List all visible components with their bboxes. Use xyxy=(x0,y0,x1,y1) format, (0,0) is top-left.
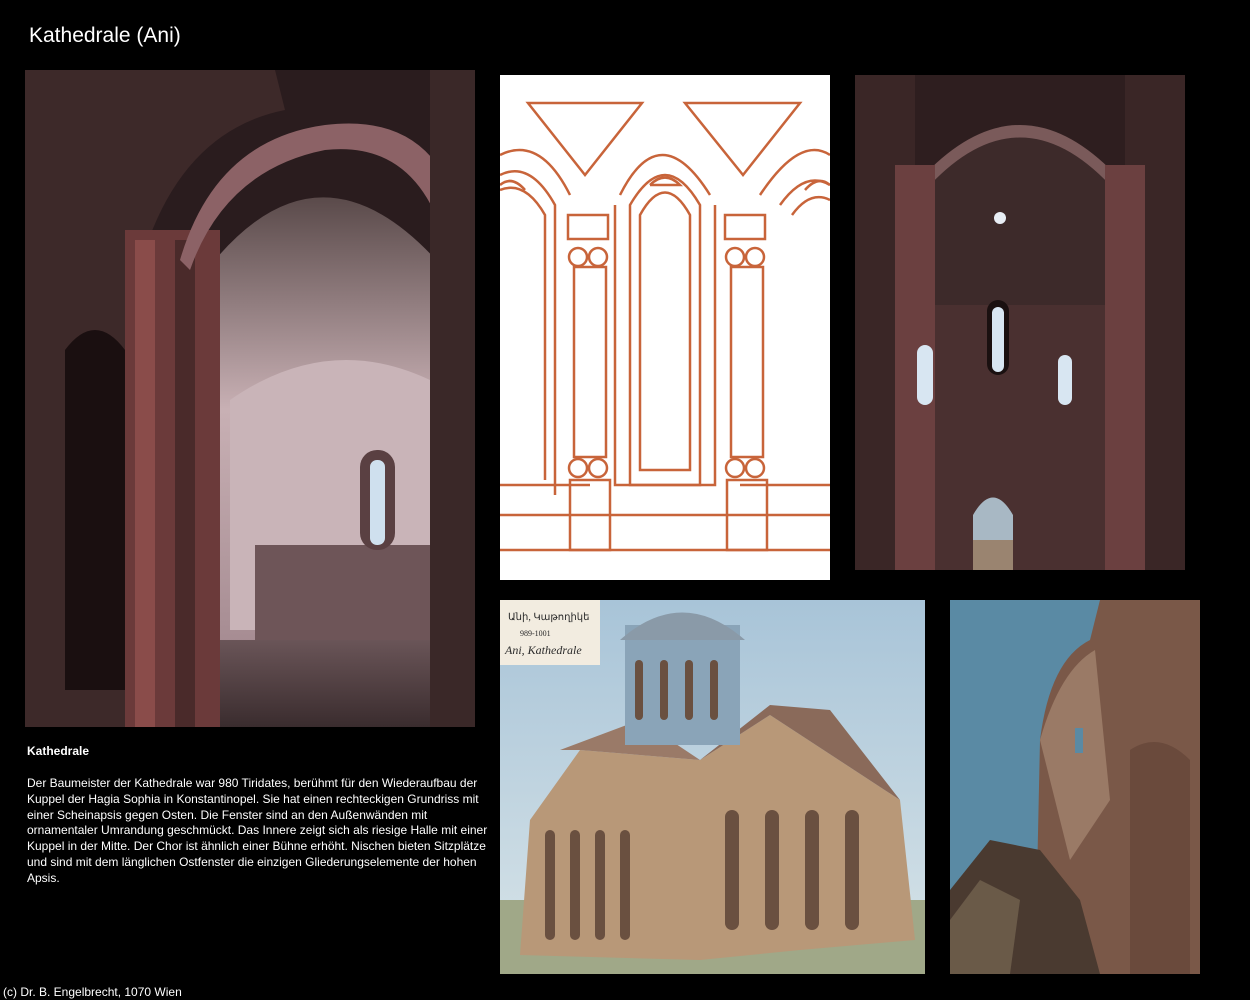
painting-label-line2: 989-1001 xyxy=(520,629,551,638)
painting-label-line3: Ani, Kathedrale xyxy=(504,643,582,657)
copyright-footer: (c) Dr. B. Engelbrecht, 1070 Wien xyxy=(3,985,182,999)
reconstruction-painting[interactable]: Անի, Կաթողիկե 989-1001 Ani, Kathedrale xyxy=(500,600,925,974)
painting-label-line1: Անի, Կաթողիկե xyxy=(508,612,589,623)
caption-heading: Kathedrale xyxy=(27,744,90,758)
caption-body: Der Baumeister der Kathedrale war 980 Ti… xyxy=(27,776,488,885)
arch-drawing[interactable] xyxy=(500,75,830,580)
interior-apse-photo[interactable] xyxy=(25,70,475,727)
page-title: Kathedrale (Ani) xyxy=(29,24,181,47)
interior-nave-photo[interactable] xyxy=(855,75,1185,570)
ruin-photo[interactable] xyxy=(950,600,1200,974)
